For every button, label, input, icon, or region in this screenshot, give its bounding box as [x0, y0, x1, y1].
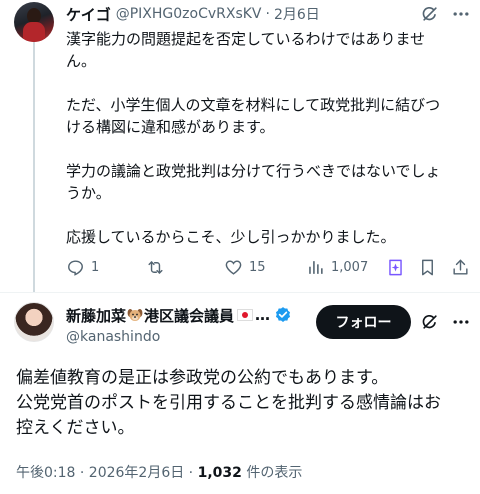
retweet-icon: [148, 261, 163, 274]
separator: ·: [265, 6, 270, 22]
reply-line: ける構図に違和感があります。: [66, 118, 275, 136]
like-icon: [225, 260, 242, 275]
user-name-row[interactable]: 新藤加菜 港区議会議員 …: [66, 304, 292, 326]
view-count: 1,007: [331, 260, 369, 275]
japan-flag: [237, 309, 254, 321]
grok-analyze-icon: [389, 259, 402, 276]
action-bar: 1 15 1,007: [66, 258, 470, 280]
like-count: 15: [249, 260, 266, 275]
reply-line: 応援しているからこそ、少し引っかかりました。: [66, 228, 396, 246]
avatar[interactable]: [14, 2, 54, 42]
bookmark-icon: [422, 259, 433, 276]
user-name: 新藤加菜: [66, 306, 127, 325]
grok-analyze-button[interactable]: [386, 258, 405, 277]
reply-icon: [68, 260, 83, 276]
reply-line: 学力の議論と政党批判は分けて行うべきではないでしょ: [66, 162, 441, 180]
divider: [0, 292, 480, 293]
reply-line: 漢字能力の問題提起を否定しているわけではありませ: [66, 30, 426, 48]
reply-count: 1: [91, 260, 100, 275]
avatar[interactable]: [14, 302, 54, 342]
reply-line: ただ、小学生個人の文章を材料にして政党批判に結びつ: [66, 96, 441, 114]
bookmark-button[interactable]: [418, 258, 437, 277]
dog-emoji: [127, 309, 143, 321]
grok-icon[interactable]: [420, 4, 440, 24]
thread-line: [33, 42, 35, 292]
reply-line: うか。: [66, 184, 111, 202]
grok-icon[interactable]: [420, 312, 440, 332]
views-button[interactable]: 1,007: [306, 258, 368, 277]
post-view-count: 1,032: [197, 465, 242, 481]
share-button[interactable]: [451, 258, 470, 277]
post-line: 公党党首のポストを引用することを批判する感情論はお: [16, 393, 441, 413]
follow-button[interactable]: フォロー: [316, 305, 411, 339]
post-timestamp[interactable]: 午後0:18 · 2026年2月6日 ·: [16, 465, 198, 481]
user-name[interactable]: ケイゴ: [66, 4, 111, 25]
post-line: 控えください。: [16, 418, 135, 438]
user-handle[interactable]: @PIXHG0zoCvRXsKV: [116, 6, 262, 22]
user-title: 港区議会議員: [144, 306, 235, 325]
retweet-button[interactable]: [146, 258, 171, 277]
post-line: 偏差値教育の是正は参政党の公約でもあります。: [16, 368, 389, 388]
post-date[interactable]: 2月6日: [274, 4, 320, 24]
user-handle[interactable]: @kanashindo: [66, 329, 160, 345]
reply-button[interactable]: 1: [66, 258, 99, 277]
share-icon: [453, 259, 468, 275]
more-icon[interactable]: [451, 4, 471, 24]
view-suffix: 件の表示: [241, 465, 303, 481]
verified-icon[interactable]: [274, 306, 292, 324]
views-icon: [309, 261, 323, 274]
name-ellipsis: …: [255, 306, 271, 324]
reply-line: ん。: [66, 52, 97, 70]
post-text: 偏差値教育の是正は参政党の公約でもあります。 公党党首のポストを引用することを批…: [16, 366, 472, 441]
post-meta: 午後0:18 · 2026年2月6日 · 1,032 件の表示: [16, 462, 302, 482]
reply-text: 漢字能力の問題提起を否定しているわけではありませ ん。 ただ、小学生個人の文章を…: [66, 28, 470, 248]
more-icon[interactable]: [451, 312, 471, 332]
reply-header: ケイゴ @PIXHG0zoCvRXsKV · 2月6日: [66, 4, 320, 24]
like-button[interactable]: 15: [224, 258, 266, 277]
